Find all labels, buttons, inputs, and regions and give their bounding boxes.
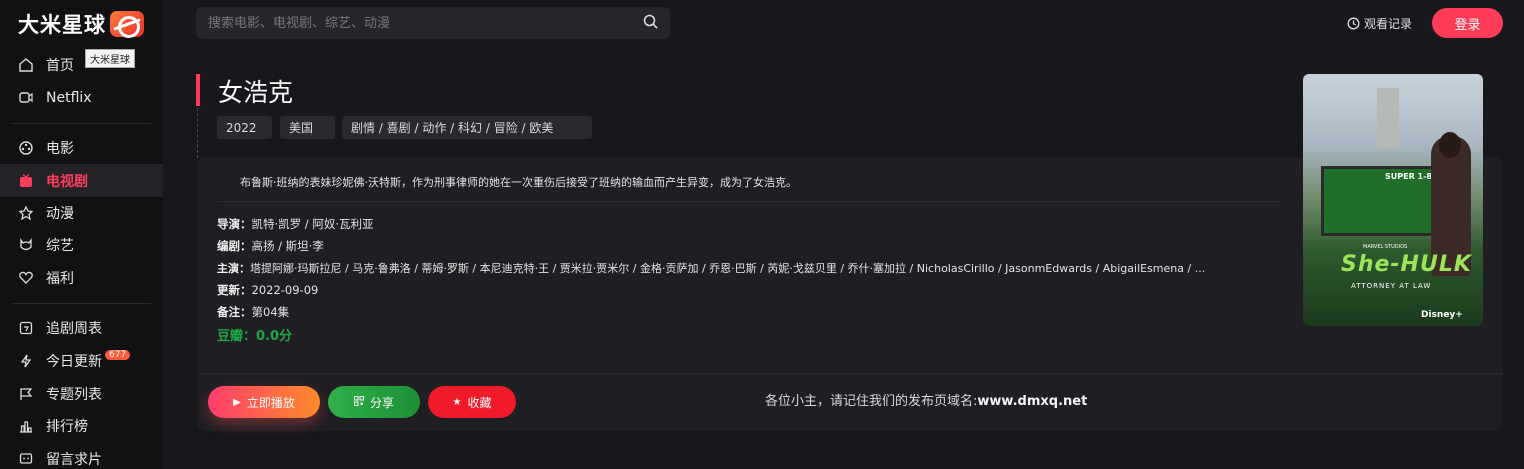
home-icon	[18, 57, 34, 73]
poster-studio: MARVEL STUDIOS	[1363, 244, 1408, 250]
notice-domain[interactable]: www.dmxq.net	[977, 394, 1087, 409]
search-input[interactable]	[208, 15, 643, 31]
sidebar-item-label: 综艺	[46, 237, 74, 254]
synopsis-divider	[217, 201, 1283, 202]
anime-icon	[18, 205, 34, 221]
title-dashed-line	[197, 108, 198, 158]
logo-text: 大米星球	[18, 13, 106, 37]
sidebar-item-label: 追剧周表	[46, 320, 102, 337]
sidebar-item-today-updates[interactable]: 今日更新 677	[0, 344, 163, 377]
poster-subtitle: ATTORNEY AT LAW	[1351, 282, 1432, 290]
director-row: 导演：凯特·凯罗 / 阿奴·瓦利亚	[217, 216, 374, 232]
update-count-badge: 677	[105, 349, 131, 360]
sidebar-item-ranking[interactable]: 排行榜	[0, 409, 163, 442]
note-label: 备注：	[217, 305, 252, 319]
flag-icon	[18, 386, 34, 402]
sidebar-item-variety[interactable]: 综艺	[0, 228, 163, 261]
logo-tooltip: 大米星球	[85, 49, 135, 68]
synopsis: 布鲁斯·班纳的表妹珍妮佛·沃特斯，作为刑事律师的她在一次重伤后接受了班纳的输血而…	[240, 176, 797, 189]
sidebar-item-label: 福利	[46, 270, 74, 287]
card-divider	[197, 373, 1503, 374]
calendar-icon	[18, 320, 34, 336]
sidebar-item-label: Netflix	[46, 89, 92, 106]
variety-icon	[18, 237, 34, 253]
cast-row: 主演：塔提阿娜·玛斯拉尼 / 马克·鲁弗洛 / 蒂姆·罗斯 / 本尼迪克特·王 …	[217, 260, 1205, 276]
star-icon: ★	[452, 396, 462, 408]
writer-label: 编剧：	[217, 239, 252, 253]
sidebar: 大米星球 首页 Netflix 电影 电视剧 动漫 综艺 福利 追剧周表 今日更…	[0, 0, 163, 469]
page-title: 女浩克	[218, 78, 294, 107]
share-button[interactable]: 分享	[328, 386, 420, 418]
notice-text: 各位小主，请记住我们的发布页域名:	[765, 394, 978, 409]
site-logo[interactable]: 大米星球	[18, 10, 144, 38]
watch-history-link[interactable]: 观看记录	[1347, 15, 1412, 32]
sidebar-divider	[12, 303, 151, 304]
domain-notice: 各位小主，请记住我们的发布页域名:www.dmxq.net	[765, 390, 1087, 409]
sidebar-item-weekly-schedule[interactable]: 追剧周表	[0, 311, 163, 344]
sidebar-item-label: 留言求片	[46, 451, 102, 468]
play-label: 立即播放	[246, 395, 295, 410]
play-now-button[interactable]: ▶ 立即播放	[208, 386, 320, 418]
poster-figure-head	[1439, 132, 1461, 158]
sidebar-item-label: 排行榜	[46, 418, 88, 435]
lightning-icon	[18, 353, 34, 369]
sidebar-item-movie[interactable]: 电影	[0, 131, 163, 164]
douban-rating: 豆瓣：0.0分	[217, 329, 293, 344]
search-bar	[196, 7, 670, 39]
update-label: 更新：	[217, 283, 252, 297]
director-label: 导演：	[217, 217, 252, 231]
tv-icon	[18, 90, 34, 106]
message-icon	[18, 451, 34, 467]
sidebar-item-welfare[interactable]: 福利	[0, 261, 163, 294]
planet-logo-icon	[110, 11, 144, 38]
share-label: 分享	[369, 395, 394, 410]
writer-value[interactable]: 高扬 / 斯坦·李	[252, 239, 324, 253]
sidebar-item-topics[interactable]: 专题列表	[0, 377, 163, 410]
cast-label: 主演：	[217, 262, 250, 275]
title-accent-bar	[196, 74, 200, 106]
year-tag[interactable]: 2022	[217, 116, 272, 139]
sidebar-item-label: 首页	[46, 57, 74, 74]
sidebar-item-label: 今日更新	[46, 353, 102, 370]
poster-title-art: She-HULK	[1341, 252, 1472, 277]
update-row: 更新：2022-09-09	[217, 282, 318, 298]
sidebar-item-label: 电视剧	[46, 173, 88, 190]
note-row: 备注：第04集	[217, 304, 289, 320]
poster-disney-logo: Disney+	[1421, 310, 1463, 320]
search-icon[interactable]	[643, 14, 658, 33]
sidebar-divider	[12, 123, 151, 124]
director-value[interactable]: 凯特·凯罗 / 阿奴·瓦利亚	[252, 217, 374, 231]
sidebar-item-anime[interactable]: 动漫	[0, 196, 163, 229]
favorite-label: 收藏	[467, 395, 492, 410]
film-reel-icon	[18, 140, 34, 156]
tv-series-icon	[18, 173, 34, 189]
writer-row: 编剧：高扬 / 斯坦·李	[217, 238, 324, 254]
sidebar-item-requests[interactable]: 留言求片	[0, 442, 163, 469]
update-value: 2022-09-09	[251, 283, 319, 297]
favorite-button[interactable]: ★ 收藏	[428, 386, 516, 418]
sidebar-item-label: 动漫	[46, 205, 74, 222]
cast-value[interactable]: 塔提阿娜·玛斯拉尼 / 马克·鲁弗洛 / 蒂姆·罗斯 / 本尼迪克特·王 / 贾…	[250, 262, 1205, 275]
note-value: 第04集	[251, 305, 290, 319]
watch-history-label: 观看记录	[1364, 17, 1413, 31]
poster-building	[1377, 88, 1399, 148]
sidebar-item-home[interactable]: 首页	[0, 48, 163, 81]
chart-icon	[18, 418, 34, 434]
clock-icon	[1347, 17, 1360, 30]
sidebar-item-label: 专题列表	[46, 386, 102, 403]
play-icon: ▶	[233, 396, 241, 408]
poster-image[interactable]: SUPER 1-877 LK MARVEL STUDIOS She-HULK A…	[1303, 74, 1483, 326]
sidebar-item-netflix[interactable]: Netflix	[0, 81, 163, 114]
region-tag[interactable]: 美国	[280, 116, 335, 139]
qr-code-icon	[353, 395, 364, 409]
heart-icon	[18, 270, 34, 286]
sidebar-item-tv-series[interactable]: 电视剧	[0, 164, 163, 197]
login-button[interactable]: 登录	[1432, 8, 1503, 38]
genre-tags[interactable]: 剧情 / 喜剧 / 动作 / 科幻 / 冒险 / 欧美	[342, 116, 592, 139]
sidebar-item-label: 电影	[46, 140, 74, 157]
